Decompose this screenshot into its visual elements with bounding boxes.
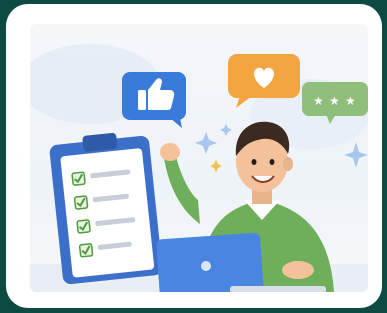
svg-text:★: ★: [345, 94, 356, 108]
check-icon: [71, 171, 86, 186]
clipboard: [49, 132, 163, 285]
svg-text:★: ★: [329, 94, 340, 108]
illustration-svg: ★ ★ ★: [30, 44, 368, 292]
illustration-scene: ★ ★ ★: [30, 24, 368, 292]
check-icon: [73, 195, 89, 210]
check-icon: [76, 219, 91, 234]
thumbs-up-icon: [122, 72, 186, 128]
check-icon: [78, 243, 94, 258]
image-frame: ★ ★ ★: [6, 4, 382, 308]
svg-text:★: ★: [313, 94, 324, 108]
